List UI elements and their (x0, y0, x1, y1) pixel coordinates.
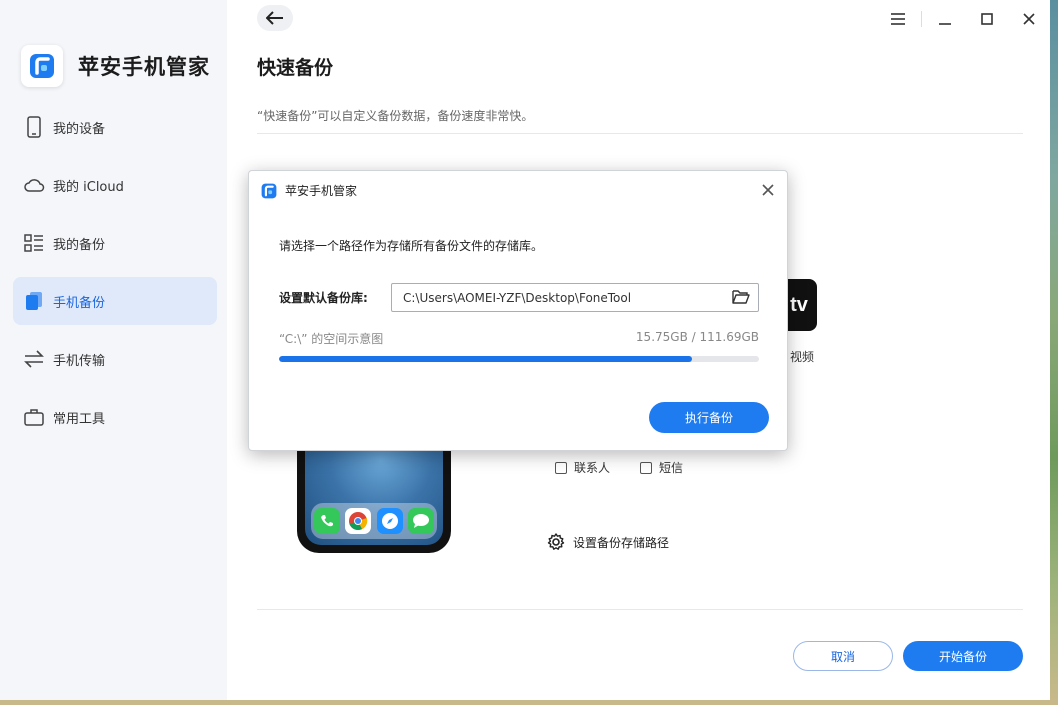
menu-button[interactable] (877, 8, 919, 30)
divider (257, 133, 1023, 134)
minimize-icon (939, 23, 951, 25)
sidebar-item-label: 我的设备 (53, 121, 106, 137)
app-name: 苹安手机管家 (78, 55, 210, 79)
page-title: 快速备份 (257, 57, 334, 79)
dialog-prompt: 请选择一个路径作为存储所有备份文件的存储库。 (279, 239, 544, 253)
sidebar-item-my-device[interactable]: 我的设备 (13, 103, 217, 151)
disk-usage-bar (279, 356, 759, 362)
cancel-button[interactable]: 取消 (793, 641, 893, 671)
maximize-icon (981, 13, 993, 25)
safari-app-icon (376, 508, 403, 534)
dialog-header: 苹安手机管家 (261, 182, 357, 199)
divider (257, 609, 1023, 610)
list-icon (23, 232, 45, 254)
messages-app-icon (408, 508, 435, 534)
backup-path-dialog: 苹安手机管家 请选择一个路径作为存储所有备份文件的存储库。 设置默认备份库: C… (248, 170, 788, 451)
contacts-checkbox[interactable]: 联系人 (555, 459, 610, 476)
disk-space-row: “C:\” 的空间示意图 15.75GB / 111.69GB (279, 330, 759, 347)
checkbox-label: 联系人 (574, 461, 611, 475)
brand: 苹安手机管家 (21, 45, 210, 87)
sidebar-item-my-backup[interactable]: 我的备份 (13, 219, 217, 267)
sidebar-item-phone-transfer[interactable]: 手机传输 (13, 335, 217, 383)
app-logo-icon (261, 183, 277, 198)
cloud-icon (23, 174, 45, 196)
toolbox-icon (23, 406, 45, 428)
set-backup-path-link[interactable]: 设置备份存储路径 (547, 533, 669, 551)
page-description: “快速备份”可以自定义备份数据，备份速度非常快。 (257, 109, 534, 123)
dialog-close-button[interactable] (759, 181, 777, 199)
video-label: 视频 (790, 350, 815, 364)
back-button[interactable] (257, 5, 293, 31)
checkbox-box[interactable] (555, 461, 567, 474)
divider (921, 11, 922, 27)
sidebar-item-label: 常用工具 (53, 411, 106, 427)
sidebar-nav: 我的设备 我的 iCloud 我的备份 手机备份 手机传输 常用工具 (13, 103, 217, 451)
path-row: 设置默认备份库: C:\Users\AOMEI-YZF\Desktop\Fone… (279, 283, 759, 312)
phone-icon (23, 116, 45, 138)
set-path-label: 设置备份存储路径 (573, 535, 670, 550)
sidebar-item-label: 手机备份 (53, 295, 106, 311)
disk-space-label: “C:\” 的空间示意图 (279, 332, 384, 346)
start-backup-button[interactable]: 开始备份 (903, 641, 1023, 671)
checkbox-box[interactable] (640, 461, 653, 474)
sidebar-item-my-icloud[interactable]: 我的 iCloud (13, 161, 217, 209)
disk-usage-fill (279, 356, 692, 362)
minimize-button[interactable] (924, 8, 966, 30)
sidebar-item-label: 我的备份 (53, 237, 106, 253)
sidebar-item-tools[interactable]: 常用工具 (13, 393, 217, 441)
phone-app-icon (313, 508, 340, 534)
folder-open-icon[interactable] (732, 289, 750, 307)
app-logo-icon (21, 45, 63, 87)
transfer-icon (23, 348, 45, 370)
execute-backup-button[interactable]: 执行备份 (649, 402, 769, 433)
sidebar-item-label: 手机传输 (53, 353, 106, 369)
backup-icon (23, 290, 45, 312)
sms-checkbox[interactable]: 短信 (640, 459, 683, 476)
path-value: C:\Users\AOMEI-YZF\Desktop\FoneTool (403, 290, 632, 305)
close-window-button[interactable] (1008, 8, 1050, 30)
checkbox-label: 短信 (659, 461, 684, 475)
chrome-app-icon (345, 508, 372, 534)
disk-space-value: 15.75GB / 111.69GB (635, 330, 759, 344)
dialog-title: 苹安手机管家 (285, 184, 358, 198)
sidebar-item-label: 我的 iCloud (53, 179, 124, 195)
sidebar: 苹安手机管家 我的设备 我的 iCloud 我的备份 手机备份 手机传输 常用工… (0, 0, 227, 700)
data-type-options: 联系人 短信 (555, 459, 683, 476)
arrow-left-icon (266, 11, 283, 25)
maximize-button[interactable] (966, 8, 1008, 30)
gear-icon (547, 533, 565, 551)
hamburger-icon (891, 13, 905, 25)
path-label: 设置默认备份库: (279, 291, 368, 305)
backup-path-field[interactable]: C:\Users\AOMEI-YZF\Desktop\FoneTool (391, 283, 759, 312)
sidebar-item-phone-backup[interactable]: 手机备份 (13, 277, 217, 325)
window-controls (877, 8, 1050, 30)
phone-dock (311, 503, 437, 539)
close-icon (762, 184, 774, 196)
close-icon (1023, 13, 1035, 25)
